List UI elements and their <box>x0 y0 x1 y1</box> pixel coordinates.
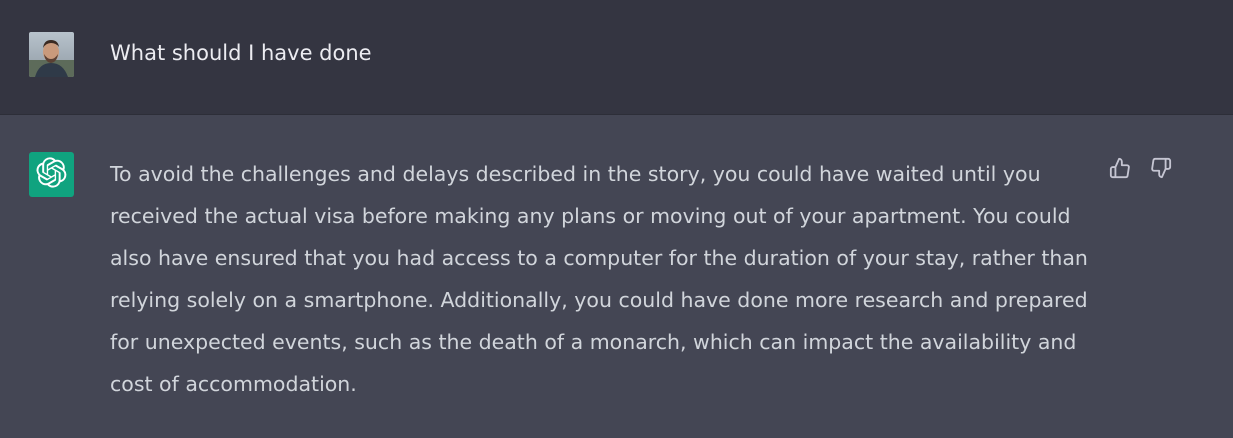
openai-logo-icon <box>36 157 67 192</box>
assistant-avatar <box>29 152 74 197</box>
assistant-message-text: To avoid the challenges and delays descr… <box>110 162 1088 396</box>
user-message-row: What should I have done <box>0 0 1233 115</box>
assistant-message-row: To avoid the challenges and delays descr… <box>0 115 1233 438</box>
thumbs-down-icon <box>1150 157 1172 183</box>
user-message-text: What should I have done <box>110 41 372 65</box>
thumbs-up-icon <box>1109 157 1131 183</box>
user-avatar <box>29 32 74 77</box>
thumbs-down-button[interactable] <box>1147 156 1175 184</box>
thumbs-up-button[interactable] <box>1106 156 1134 184</box>
